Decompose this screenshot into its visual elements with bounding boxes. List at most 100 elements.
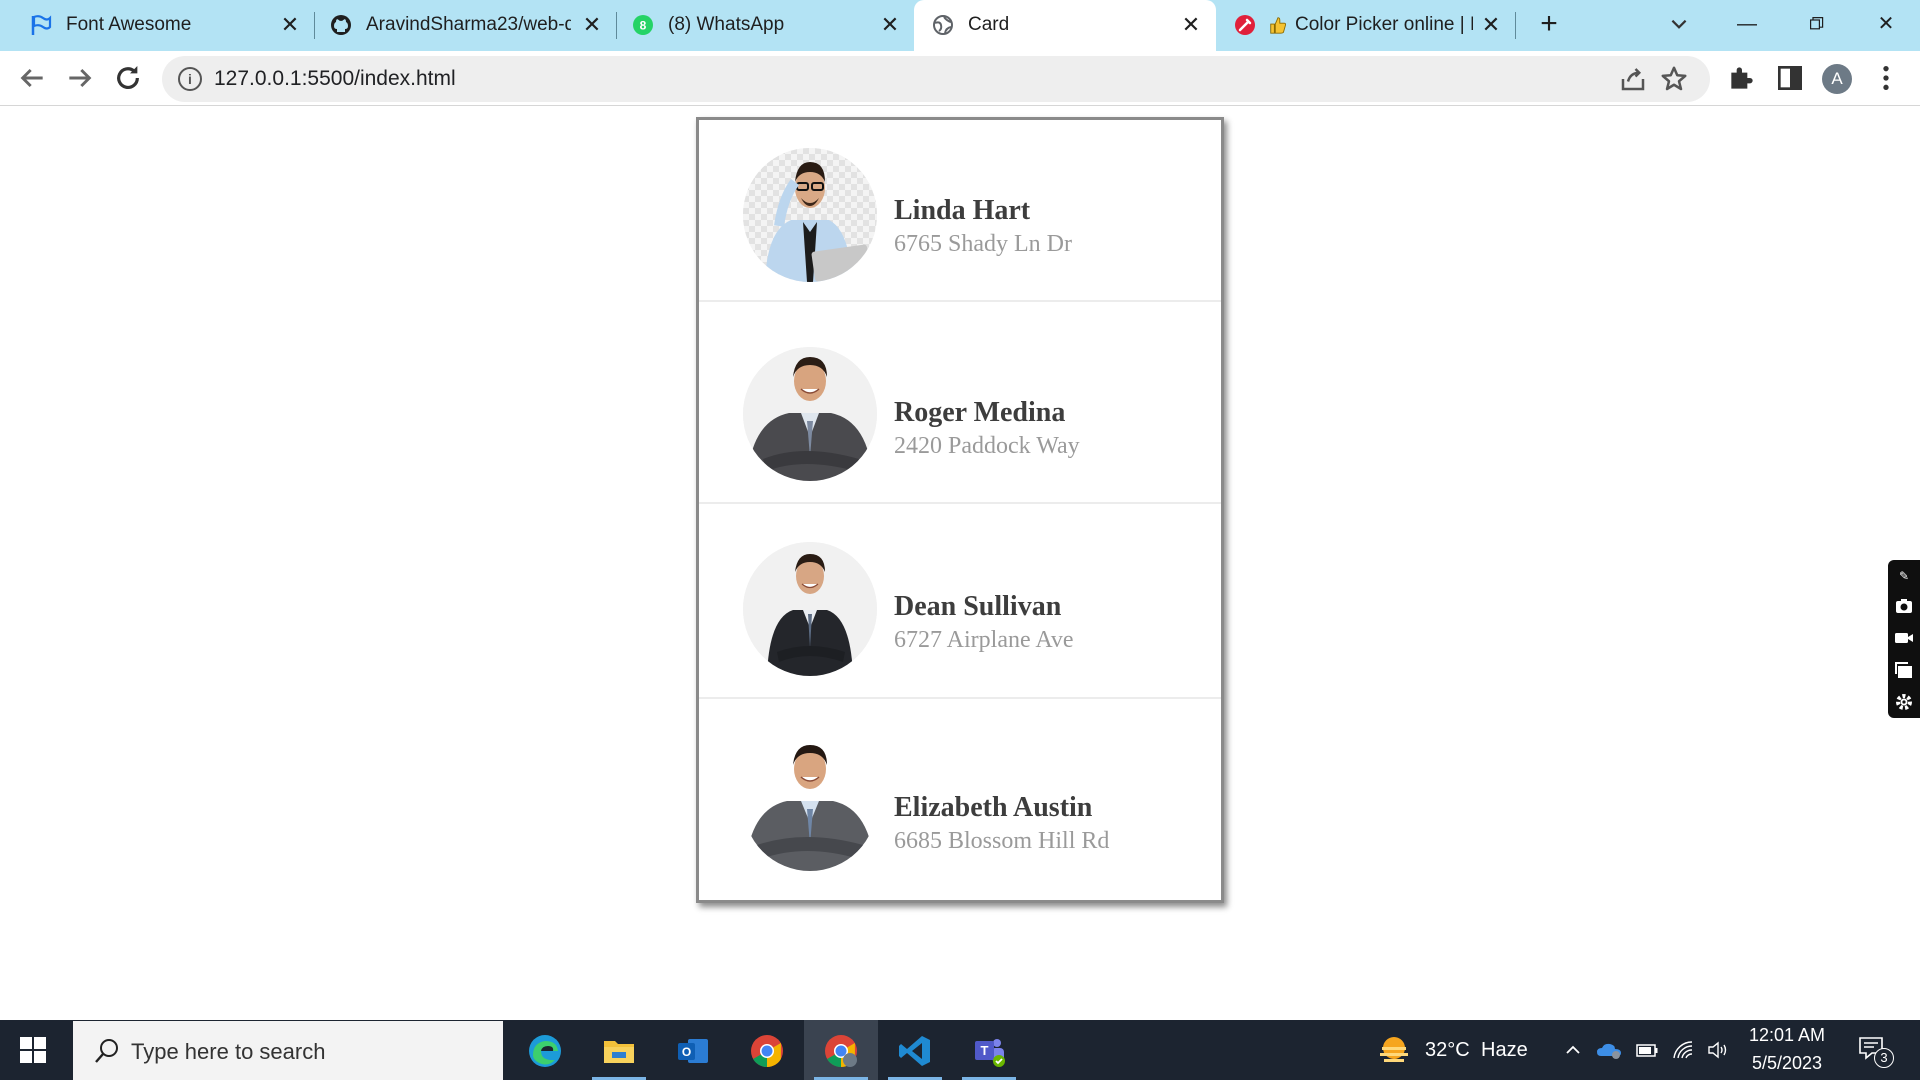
video-camera-icon[interactable]: [1894, 628, 1914, 648]
minimize-button[interactable]: —: [1727, 8, 1767, 40]
close-tab-icon[interactable]: ✕: [1478, 12, 1504, 38]
show-hidden-icons-chevron[interactable]: [1563, 1040, 1583, 1060]
menu-kebab-icon[interactable]: [1870, 62, 1902, 94]
weather-haze-icon[interactable]: [1376, 1032, 1412, 1068]
notification-count-badge: 3: [1874, 1048, 1894, 1068]
tab-separator: [1515, 12, 1516, 39]
outlook-icon: O: [678, 1039, 708, 1063]
clock-time[interactable]: 12:01 AM: [1749, 1025, 1825, 1046]
onedrive-icon[interactable]: [1596, 1040, 1622, 1060]
taskbar-app-chrome[interactable]: [730, 1020, 804, 1080]
side-panel-icon[interactable]: [1774, 62, 1806, 94]
person-address: 2420 Paddock Way: [894, 433, 1080, 459]
close-tab-icon[interactable]: ✕: [277, 12, 303, 38]
restore-button[interactable]: [1797, 8, 1837, 40]
new-tab-button[interactable]: +: [1534, 9, 1564, 40]
windows-taskbar: Type here to search O T 32°C Haze 12:01 …: [0, 1020, 1920, 1080]
taskbar-app-teams[interactable]: T: [952, 1020, 1026, 1080]
flag-icon: [31, 15, 52, 35]
reload-icon[interactable]: [112, 62, 144, 94]
tab-font-awesome[interactable]: Font Awesome ✕: [0, 0, 306, 51]
url-text[interactable]: 127.0.0.1:5500/index.html: [214, 67, 456, 91]
person-row: Elizabeth Austin 6685 Blossom Hill Rd: [699, 699, 1221, 900]
person-name: Elizabeth Austin: [894, 792, 1093, 823]
edge-icon: [529, 1035, 561, 1067]
person-name: Linda Hart: [894, 195, 1031, 226]
taskbar-app-chrome-profile[interactable]: [804, 1020, 878, 1080]
person-row: Roger Medina 2420 Paddock Way: [699, 302, 1221, 504]
teams-icon: T: [975, 1039, 1005, 1067]
site-info-icon[interactable]: i: [178, 67, 202, 91]
people-card: Linda Hart 6765 Shady Ln Dr Roger Medina…: [696, 117, 1224, 903]
search-placeholder: Type here to search: [131, 1039, 326, 1064]
person-photo: [743, 542, 877, 676]
clock-date[interactable]: 5/5/2023: [1752, 1053, 1822, 1074]
person-photo: [743, 148, 877, 282]
tab-separator: [616, 12, 617, 39]
tab-strip: Font Awesome ✕ AravindSharma23/web-de ✕ …: [0, 0, 1920, 51]
close-window-button[interactable]: ✕: [1866, 8, 1906, 40]
bookmark-star-icon[interactable]: [1659, 64, 1689, 94]
close-tab-icon[interactable]: ✕: [877, 12, 903, 38]
folder-icon: [604, 1041, 634, 1063]
tab-color-picker[interactable]: Color Picker online | H ✕: [1216, 0, 1514, 51]
taskbar-app-edge[interactable]: [508, 1020, 582, 1080]
person-silhouette: [743, 347, 877, 481]
extensions-icon[interactable]: [1726, 62, 1758, 94]
tab-title: (8) WhatsApp: [668, 14, 785, 35]
tab-title: Card: [968, 14, 1010, 35]
thumbs-up-icon: [1270, 17, 1287, 34]
browser-toolbar: i 127.0.0.1:5500/index.html A: [0, 51, 1920, 106]
person-photo: [743, 737, 877, 871]
person-address: 6685 Blossom Hill Rd: [894, 828, 1110, 854]
wifi-icon[interactable]: [1672, 1040, 1696, 1060]
person-address: 6765 Shady Ln Dr: [894, 231, 1072, 257]
pen-icon[interactable]: ✎: [1894, 566, 1914, 586]
tab-title: Font Awesome: [66, 14, 192, 35]
chrome-profile-icon: [825, 1035, 857, 1067]
svg-text:T: T: [981, 1043, 989, 1058]
notification-center-button[interactable]: 3: [1858, 1036, 1894, 1068]
address-bar[interactable]: i 127.0.0.1:5500/index.html: [162, 56, 1710, 102]
share-icon[interactable]: [1618, 64, 1648, 94]
tab-search-chevron-icon[interactable]: [1668, 13, 1690, 35]
taskbar-app-outlook[interactable]: O: [656, 1020, 730, 1080]
battery-icon[interactable]: [1634, 1040, 1660, 1060]
volume-icon[interactable]: [1706, 1040, 1730, 1060]
vscode-icon: [899, 1036, 930, 1066]
tab-github[interactable]: AravindSharma23/web-de ✕: [316, 0, 618, 51]
chrome-icon: [751, 1035, 783, 1067]
svg-text:O: O: [682, 1045, 691, 1059]
person-address: 6727 Airplane Ave: [894, 627, 1074, 653]
forward-icon[interactable]: [64, 62, 96, 94]
tab-card[interactable]: Card ✕: [914, 0, 1216, 51]
whatsapp-icon: 8: [633, 15, 653, 35]
color-picker-icon: [1235, 15, 1255, 35]
back-icon[interactable]: [16, 62, 48, 94]
window-copy-icon[interactable]: [1894, 660, 1914, 680]
settings-gear-icon[interactable]: [1894, 692, 1914, 712]
person-row: Linda Hart 6765 Shady Ln Dr: [699, 120, 1221, 302]
tab-separator: [314, 12, 315, 39]
svg-text:8: 8: [640, 19, 647, 33]
tab-title: AravindSharma23/web-de: [366, 14, 571, 35]
camera-icon[interactable]: [1894, 596, 1914, 616]
profile-avatar[interactable]: A: [1822, 64, 1852, 94]
weather-description[interactable]: Haze: [1481, 1039, 1528, 1062]
tab-title: Color Picker online | H: [1295, 14, 1473, 35]
tab-whatsapp[interactable]: 8 (8) WhatsApp ✕: [618, 0, 914, 51]
taskbar-search-box[interactable]: Type here to search: [73, 1021, 503, 1080]
person-silhouette: [743, 542, 877, 676]
weather-temperature[interactable]: 32°C: [1425, 1039, 1470, 1062]
close-tab-icon[interactable]: ✕: [1178, 12, 1204, 38]
windows-start-icon[interactable]: [20, 1037, 46, 1063]
person-name: Dean Sullivan: [894, 591, 1062, 622]
person-name: Roger Medina: [894, 397, 1066, 428]
taskbar-app-vscode[interactable]: [878, 1020, 952, 1080]
close-tab-icon[interactable]: ✕: [579, 12, 605, 38]
taskbar-app-file-explorer[interactable]: [582, 1020, 656, 1080]
github-icon: [331, 15, 351, 35]
person-photo: [743, 347, 877, 481]
restore-icon: [1810, 17, 1824, 30]
person-silhouette: [743, 148, 877, 282]
